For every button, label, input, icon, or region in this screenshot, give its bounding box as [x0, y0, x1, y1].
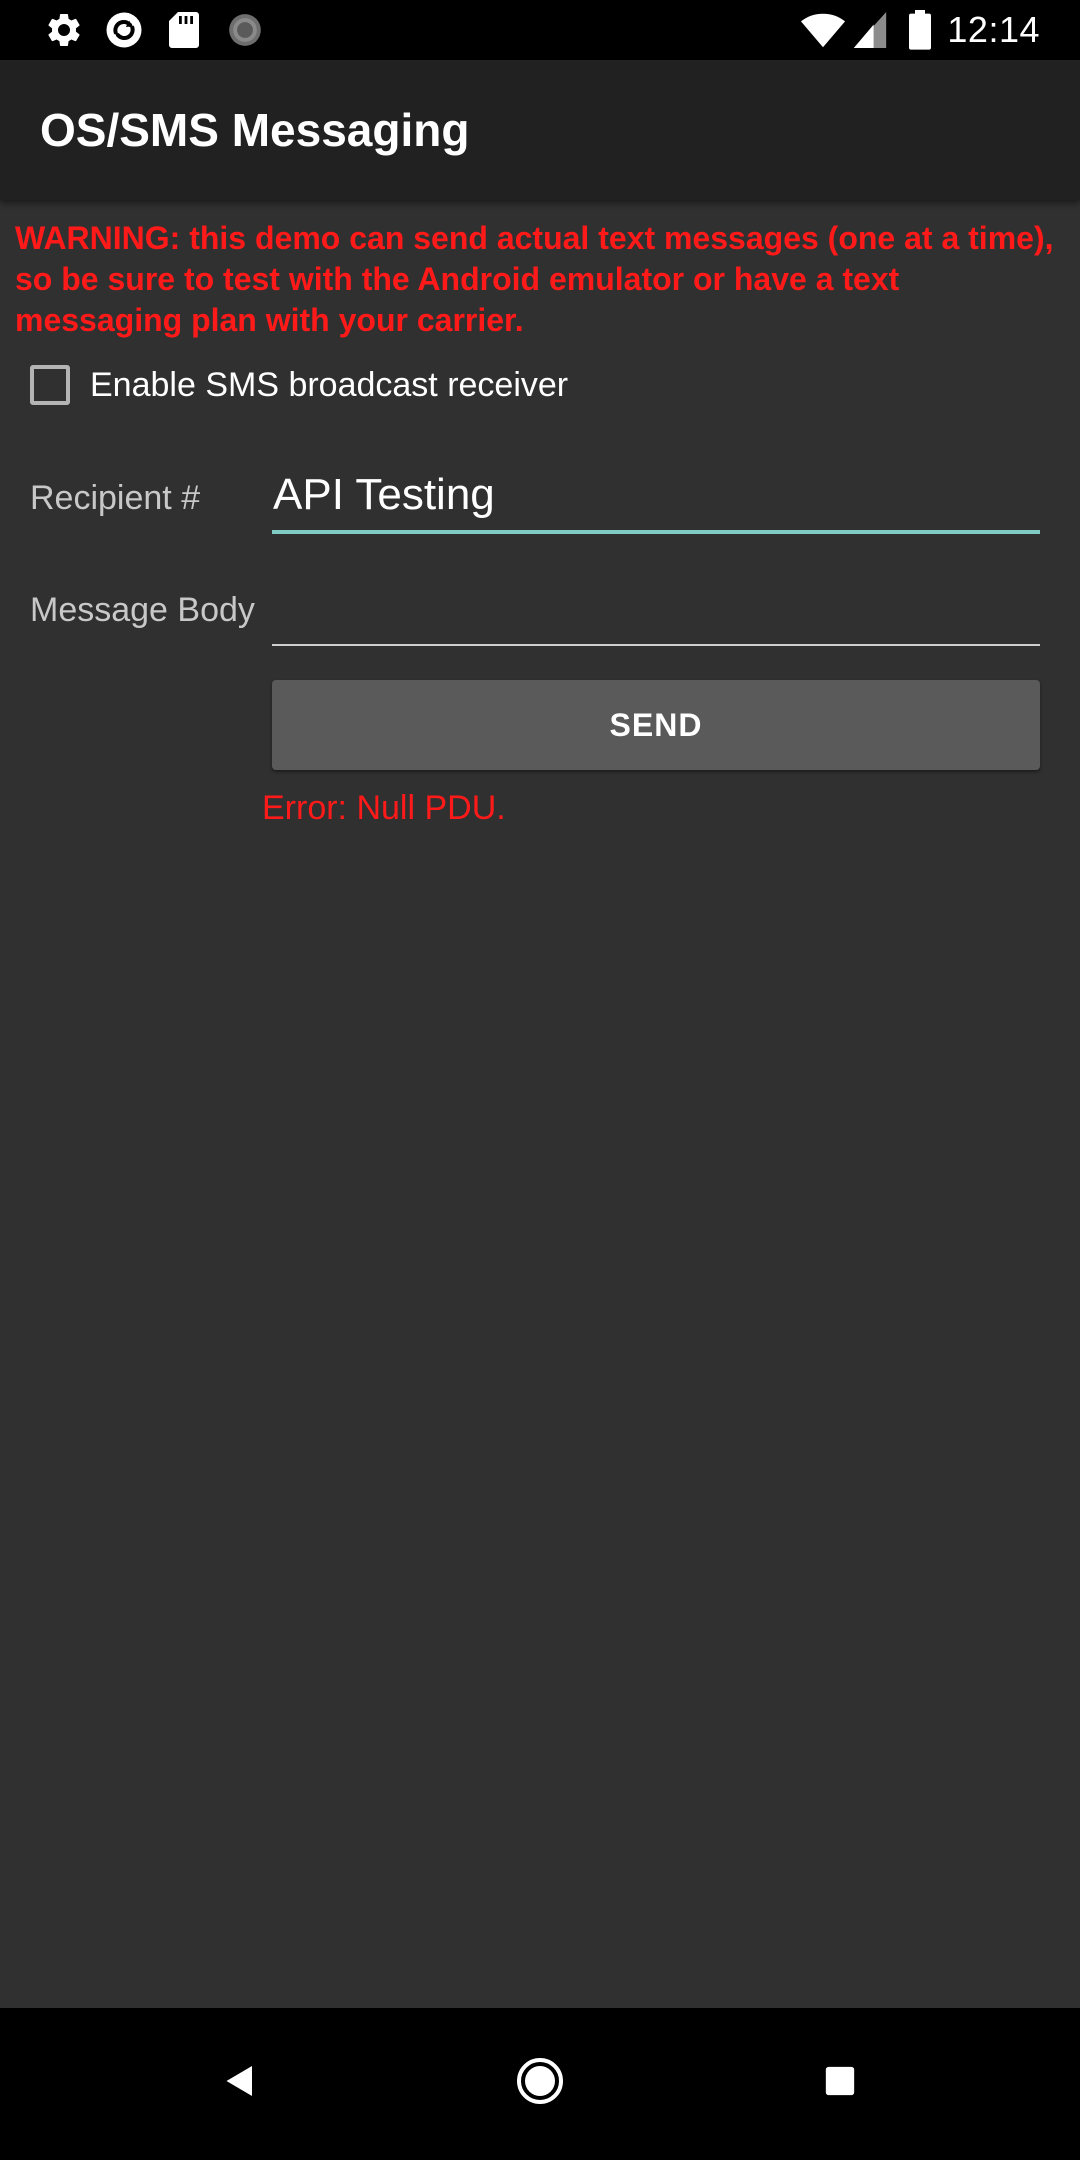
settings-gear-icon	[44, 10, 84, 50]
status-time: 12:14	[947, 9, 1040, 50]
recents-button[interactable]	[790, 2038, 890, 2128]
sd-card-icon	[168, 10, 200, 50]
warning-text: WARNING: this demo can send actual text …	[15, 220, 1054, 338]
home-icon	[516, 2057, 564, 2110]
recents-icon	[823, 2064, 857, 2103]
main-content: WARNING: this demo can send actual text …	[0, 200, 1080, 2008]
sms-receiver-checkbox[interactable]	[30, 365, 70, 405]
cell-signal-icon	[852, 10, 888, 50]
message-body-input[interactable]	[272, 580, 1040, 646]
error-message: Error: Null PDU.	[262, 789, 506, 827]
send-button[interactable]: SEND	[272, 680, 1040, 770]
back-icon	[222, 2063, 258, 2104]
loading-spinner-icon	[226, 10, 264, 50]
sms-receiver-checkbox-row[interactable]: Enable SMS broadcast receiver	[30, 360, 568, 410]
page-title: OS/SMS Messaging	[40, 104, 470, 156]
sms-receiver-checkbox-label[interactable]: Enable SMS broadcast receiver	[90, 363, 568, 407]
navigation-bar	[0, 2008, 1080, 2160]
status-bar: 12:14	[0, 0, 1080, 60]
sync-icon	[102, 10, 146, 50]
app-bar: OS/SMS Messaging	[0, 60, 1080, 200]
battery-icon	[908, 10, 932, 50]
home-button[interactable]	[490, 2038, 590, 2128]
message-body-label: Message Body	[30, 591, 255, 629]
wifi-icon	[800, 10, 846, 50]
recipient-input[interactable]: API Testing	[272, 468, 1040, 534]
recipient-label: Recipient #	[30, 479, 201, 517]
back-button[interactable]	[190, 2038, 290, 2128]
